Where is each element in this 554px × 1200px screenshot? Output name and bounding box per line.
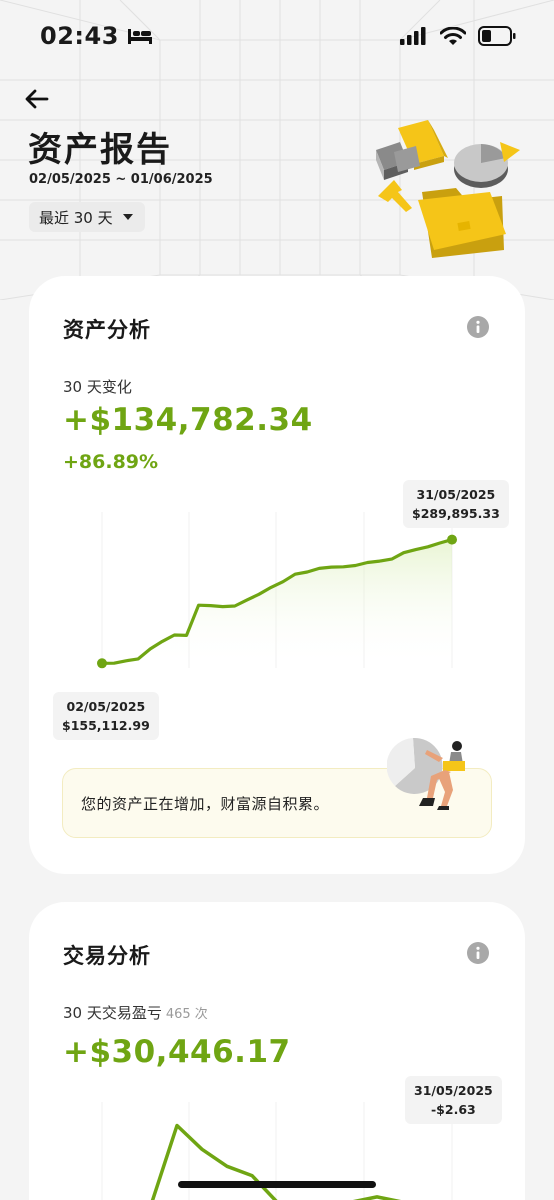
trade-end-point-value: -$2.63 (430, 1102, 476, 1117)
back-arrow-icon[interactable] (24, 86, 50, 112)
period-select-label: 最近 30 天 (39, 208, 113, 227)
start-point-date: 02/05/2025 (66, 699, 146, 714)
end-point-value: $289,895.33 (412, 506, 500, 521)
cellular-signal-icon (400, 27, 426, 45)
status-bar: 02:43 (0, 0, 554, 72)
period-select[interactable]: 最近 30 天 (29, 202, 145, 232)
end-point-marker[interactable] (447, 534, 457, 545)
start-point-marker[interactable] (97, 658, 107, 669)
status-time: 02:43 (40, 22, 119, 50)
wifi-icon (440, 26, 466, 45)
battery-icon (478, 26, 516, 46)
asset-analysis-card: 资产分析 30 天变化 +$134,782.34 +86.89% 31/05/2… (29, 276, 525, 874)
trade-chart (101, 1102, 453, 1200)
trade-end-point-tooltip: 31/05/2025 -$2.63 (405, 1076, 502, 1124)
chart-series-line (150, 1123, 401, 1200)
trade-analysis-card: 交易分析 30 天交易盈亏 465 次 +$30,446.17 31/05/202… (29, 902, 525, 1200)
home-indicator[interactable] (178, 1181, 376, 1188)
end-point-date: 31/05/2025 (416, 487, 496, 502)
start-point-tooltip: 02/05/2025 $155,112.99 (53, 692, 159, 740)
bed-icon (127, 29, 152, 44)
date-range: 02/05/2025 ~ 01/06/2025 (29, 172, 213, 187)
asset-charts-illustration (376, 120, 520, 258)
chart-area-fill (102, 539, 452, 668)
caret-down-icon (122, 214, 133, 220)
trade-end-point-date: 31/05/2025 (414, 1083, 493, 1098)
page-title: 资产报告 (28, 130, 172, 170)
start-point-value: $155,112.99 (62, 718, 150, 733)
person-with-pie-chart-illustration (387, 737, 465, 810)
insight-message-text: 您的资产正在增加，财富源自积累。 (81, 794, 330, 813)
end-point-tooltip: 31/05/2025 $289,895.33 (403, 480, 509, 528)
